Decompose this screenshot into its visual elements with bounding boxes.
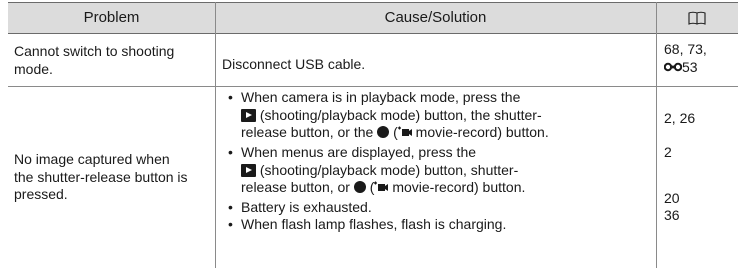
cause-text: release button, or ( movie-record) butto… xyxy=(241,179,526,195)
table-header: Problem Cause/Solution xyxy=(8,2,738,34)
problem-text: No image captured when xyxy=(14,151,170,167)
movie-icon xyxy=(397,126,412,136)
page-reference: 68, 73, 53 xyxy=(664,41,707,76)
movie-icon xyxy=(374,181,389,191)
playback-button-icon xyxy=(241,163,256,177)
record-button-icon xyxy=(377,126,390,138)
cause-text: release button, or the ( movie-record) b… xyxy=(241,124,549,140)
page-numbers: 20 xyxy=(664,190,680,206)
problem-text: the shutter-release button is xyxy=(14,168,188,185)
record-button-icon xyxy=(353,181,366,193)
table-row-problem: Cannot switch to shooting mode. xyxy=(14,43,174,78)
problem-text: mode. xyxy=(14,60,53,77)
column-divider xyxy=(656,2,657,268)
list-item: • Battery is exhausted. xyxy=(228,199,653,217)
header-cause-solution: Cause/Solution xyxy=(384,9,487,26)
header-problem: Problem xyxy=(83,9,140,26)
column-divider xyxy=(215,2,216,268)
cause-text: Disconnect USB cable. xyxy=(222,56,366,72)
cause-text: When menus are displayed, press the xyxy=(241,144,477,160)
page-numbers: 2, 26 xyxy=(664,110,696,126)
cause-text: (shooting/playback mode) button, shutter… xyxy=(241,162,653,180)
reference-icon xyxy=(664,62,682,71)
problem-text: pressed. xyxy=(14,186,68,202)
cause-text: (shooting/playback mode) button, the shu… xyxy=(241,107,653,125)
cause-text: When flash lamp flashes, flash is chargi… xyxy=(241,216,507,232)
page-numbers: 36 xyxy=(664,207,680,223)
cause-text: When camera is in playback mode, press t… xyxy=(241,89,521,105)
row-divider xyxy=(8,86,738,87)
page-numbers-ref: 53 xyxy=(664,59,707,77)
list-item: • When camera is in playback mode, press… xyxy=(228,89,653,142)
page-numbers: 68, 73, xyxy=(664,41,707,57)
list-item: • When menus are displayed, press the (s… xyxy=(228,144,653,197)
page-numbers: 2 xyxy=(664,144,672,160)
list-item: • When flash lamp flashes, flash is char… xyxy=(228,216,653,234)
playback-button-icon xyxy=(241,108,256,122)
troubleshooting-table: Problem Cause/Solution Cannot switch to … xyxy=(0,0,745,270)
table-row-problem: No image captured when the shutter-relea… xyxy=(14,151,188,204)
book-icon xyxy=(656,3,738,33)
problem-text: Cannot switch to shooting xyxy=(14,43,175,59)
cause-text: Battery is exhausted. xyxy=(241,199,372,215)
